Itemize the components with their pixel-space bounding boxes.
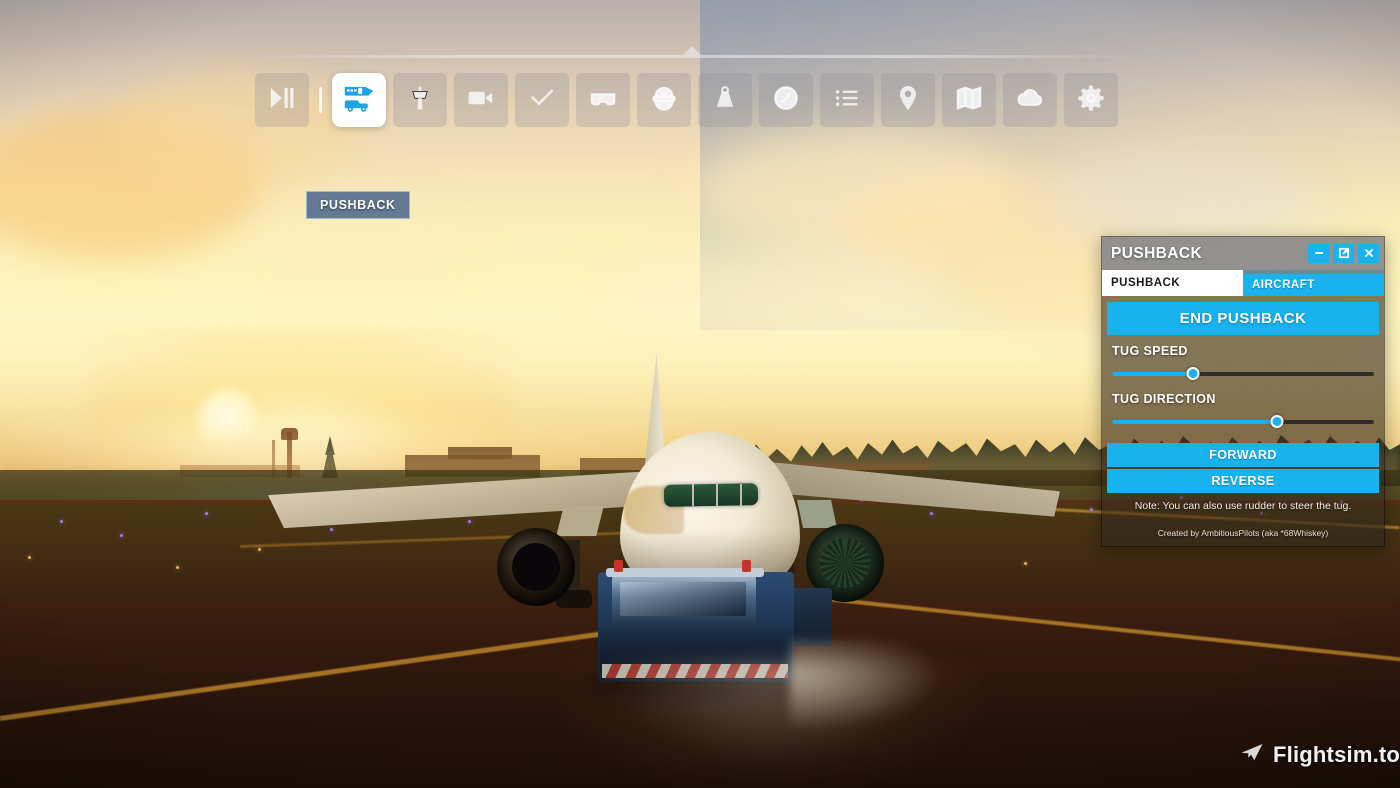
slider-fill [1112,372,1194,376]
direction-buttons: FORWARD REVERSE [1107,443,1379,493]
map-pin-icon [893,83,923,118]
cockpit-window-divider [692,484,694,506]
list-icon [832,83,862,118]
tab-aircraft[interactable]: AIRCRAFT [1243,270,1384,296]
cockpit-windows [663,483,759,507]
tug-direction-control: TUG DIRECTION [1107,383,1379,431]
cloud-icon [1015,83,1045,118]
toolbar-items [255,73,1118,127]
flight-simulator-screen: PUSHBACK PUSHBACK PUSHBACK AIRCRAFT END … [0,0,1400,788]
compass-icon [771,83,801,118]
tug-roof [606,568,764,577]
minimize-button[interactable] [1308,244,1329,263]
tab-aircraft-label: AIRCRAFT [1252,279,1315,291]
close-button[interactable] [1358,244,1379,263]
tab-pushback-label: PUSHBACK [1111,277,1181,289]
popout-window-icon [1338,247,1350,261]
toolbar-item-vr-cockpit[interactable] [576,73,630,127]
end-pushback-button[interactable]: END PUSHBACK [1107,302,1379,335]
atc-tower-icon [405,83,435,118]
panel-note: Note: You can also use rudder to steer t… [1134,500,1352,512]
pushback-tug-aircraft-icon [340,79,378,122]
tug-direction-label: TUG DIRECTION [1112,392,1216,406]
popout-button[interactable] [1333,244,1354,263]
play-pause-icon [267,83,297,118]
gear-icon [1076,83,1106,118]
toolbar-item-settings[interactable] [1064,73,1118,127]
tug-beacon-light [742,560,751,572]
cloud [600,250,950,330]
toolbar-item-nearest-airport[interactable] [881,73,935,127]
engine-fan [820,538,870,588]
checkmark-icon [527,83,557,118]
engine-pylon [797,500,837,528]
cockpit-window-divider [716,484,718,506]
reverse-button[interactable]: REVERSE [1107,469,1379,493]
pushback-panel: PUSHBACK PUSHBACK AIRCRAFT END PUSHBACK … [1101,236,1385,547]
tug-direction-slider[interactable] [1112,415,1374,429]
video-camera-icon [466,83,496,118]
toolbar-item-camera[interactable] [454,73,508,127]
toolbar-separator [319,87,322,113]
toolbar-item-checklist[interactable] [515,73,569,127]
forward-button[interactable]: FORWARD [1107,443,1379,467]
toolbar-rail [250,55,1130,58]
chevron-up-icon[interactable] [683,46,701,55]
toolbar-item-atc[interactable] [393,73,447,127]
engine-intake [512,543,560,591]
slider-thumb[interactable] [1186,367,1200,380]
tab-pushback[interactable]: PUSHBACK [1102,270,1243,296]
paper-plane-icon [1240,740,1264,769]
toolbar-item-navlog[interactable] [759,73,813,127]
slider-fill [1112,420,1278,424]
window-controls [1308,244,1379,263]
panel-header: PUSHBACK [1102,237,1384,270]
flightsim-watermark: Flightsim.to [1240,740,1400,769]
tug-beacon-light [614,560,623,572]
toolbar-item-vfr-map[interactable] [942,73,996,127]
toolbar-item-pushback[interactable] [332,73,386,127]
toolbar-item-weather[interactable] [1003,73,1057,127]
panel-tabs: PUSHBACK AIRCRAFT [1102,270,1384,296]
panel-title: PUSHBACK [1111,244,1203,262]
panel-credit: Created by AmbitiousPilots (aka *68Whisk… [1102,519,1384,546]
sim-toolbar: PUSHBACK [0,46,1400,219]
cockpit-window-divider [740,484,742,506]
pilot-cap-icon [649,83,679,118]
minimize-icon [1313,247,1325,261]
toolbar-item-sim-rate-play-pause[interactable] [255,73,309,127]
toolbar-item-weight-balance[interactable] [698,73,752,127]
tug-speed-control: TUG SPEED [1107,335,1379,383]
toolbar-item-copilot[interactable] [637,73,691,127]
toolbar-item-objectives[interactable] [820,73,874,127]
tug-speed-slider[interactable] [1112,367,1374,381]
close-icon [1363,247,1375,261]
tug-speed-label: TUG SPEED [1112,344,1188,358]
wet-apron-reflection [560,660,980,788]
watermark-text: Flightsim.to [1273,741,1400,767]
tug-windshield [620,582,746,616]
vr-headset-icon [588,83,618,118]
slider-thumb[interactable] [1270,415,1284,428]
folded-map-icon [954,83,984,118]
engine-pylon [556,506,604,536]
pushback-tooltip: PUSHBACK [306,191,410,219]
panel-body: END PUSHBACK TUG SPEED TUG DIRECTION FOR… [1102,296,1384,519]
weight-icon [710,83,740,118]
